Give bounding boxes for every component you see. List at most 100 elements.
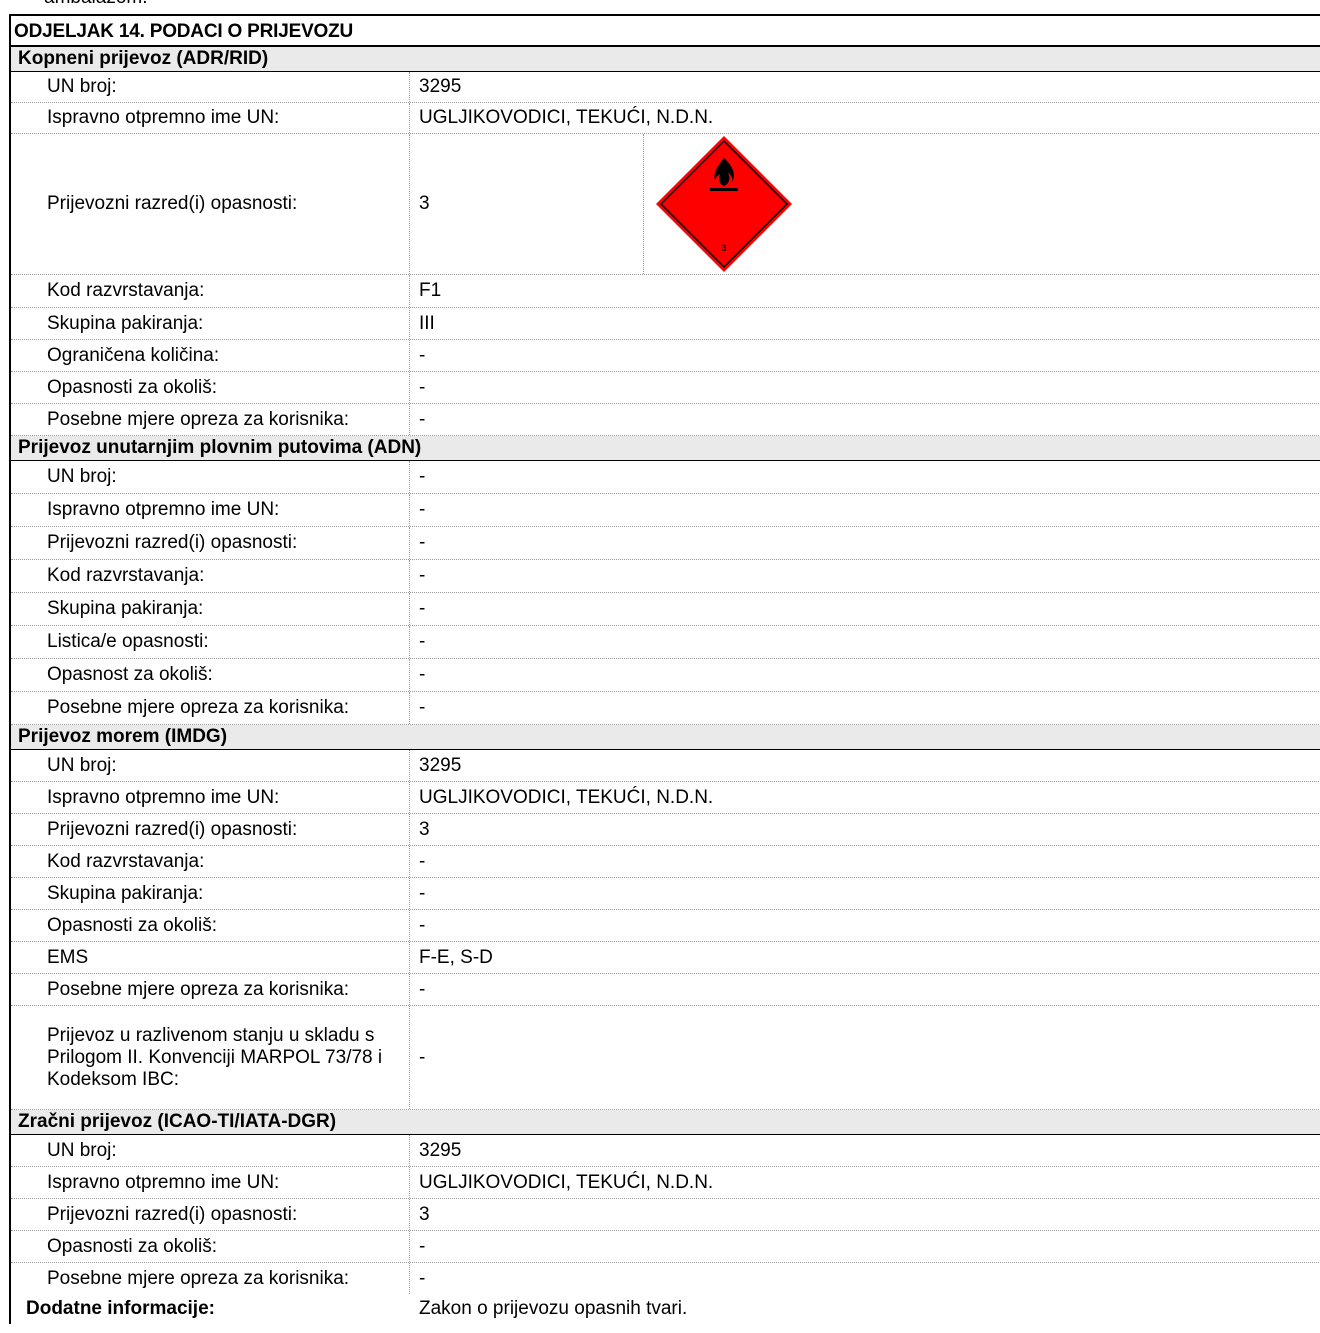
row-label: Opasnosti za okoliš: [47, 1235, 218, 1257]
table-row-marpol: Prijevoz u razlivenom stanju u skladu s … [11, 1006, 1320, 1110]
pictogram-cell: 3 [643, 134, 794, 274]
row-label: Opasnosti za okoliš: [47, 914, 218, 936]
additional-info-value: Zakon o prijevozu opasnih tvari. [419, 1298, 688, 1319]
table-row: Opasnosti za okoliš: - [11, 372, 1320, 404]
row-label: Prijevozni razred(i) opasnosti: [47, 818, 298, 840]
additional-info-label: Dodatne informacije: [26, 1298, 215, 1319]
row-label: Opasnosti za okoliš: [47, 376, 218, 398]
row-value: - [409, 910, 1320, 941]
row-value: UGLJIKOVODICI, TEKUĆI, N.D.N. [409, 782, 1320, 813]
row-label: UN broj: [47, 1139, 117, 1161]
row-value: - [409, 659, 1320, 691]
row-label: UN broj: [47, 466, 117, 487]
row-label: UN broj: [47, 754, 117, 776]
row-value: - [409, 494, 1320, 526]
additional-info-row: Dodatne informacije: Zakon o prijevozu o… [11, 1294, 1320, 1324]
row-label: Prijevozni razred(i) opasnosti: [47, 532, 298, 553]
flammable-liquid-hazard-icon: 3 [656, 136, 792, 272]
table-row: Prijevozni razred(i) opasnosti: 3 [11, 814, 1320, 846]
row-label: UN broj: [47, 76, 117, 97]
row-label: Prijevozni razred(i) opasnosti: [47, 1203, 298, 1225]
row-value: - [409, 692, 1320, 724]
row-label: Ispravno otpremno ime UN: [47, 499, 280, 520]
row-label: EMS [47, 946, 89, 968]
row-label: Listica/e opasnosti: [47, 631, 209, 652]
row-label: Prijevozni razred(i) opasnosti: [47, 193, 298, 214]
row-label: Posebne mjere opreza za korisnika: [47, 697, 350, 718]
table-row: Prijevozni razred(i) opasnosti: 3 [11, 1199, 1320, 1231]
table-row: Posebne mjere opreza za korisnika: - [11, 692, 1320, 725]
table-row: Listica/e opasnosti: - [11, 626, 1320, 659]
row-value: - [409, 593, 1320, 625]
pictogram-class-number: 3 [721, 243, 726, 253]
row-value: - [409, 372, 1320, 403]
row-value: - [409, 461, 1320, 493]
row-value: - [409, 1231, 1320, 1262]
table-row: Kod razvrstavanja: - [11, 560, 1320, 593]
row-label: Ispravno otpremno ime UN: [47, 1171, 280, 1193]
row-value: - [409, 560, 1320, 592]
table-row: Kod razvrstavanja: - [11, 846, 1320, 878]
row-value: - [409, 626, 1320, 658]
row-value: 3295 [409, 1135, 1320, 1166]
table-row: Kod razvrstavanja: F1 [11, 275, 1320, 308]
row-label: Opasnost za okoliš: [47, 664, 213, 685]
table-row: Posebne mjere opreza za korisnika: - [11, 404, 1320, 436]
row-value: F1 [409, 275, 1320, 307]
row-value: - [409, 527, 1320, 559]
row-value: UGLJIKOVODICI, TEKUĆI, N.D.N. [409, 103, 1320, 133]
group-header-imdg: Prijevoz morem (IMDG) [11, 725, 1320, 750]
group-header-adr: Kopneni prijevoz (ADR/RID) [11, 47, 1320, 72]
row-label: Prijevoz u razlivenom stanju u skladu s … [47, 1024, 383, 1090]
row-value: - [409, 340, 1320, 371]
row-value: - [409, 404, 1320, 435]
row-label: Skupina pakiranja: [47, 882, 204, 904]
previous-section-text: ambalažom. [44, 0, 148, 9]
table-row: EMS F-E, S-D [11, 942, 1320, 974]
table-row: Skupina pakiranja: - [11, 878, 1320, 910]
table-row: Opasnost za okoliš: - [11, 659, 1320, 692]
transport-section: ODJELJAK 14. PODACI O PRIJEVOZU Kopneni … [9, 14, 1320, 1324]
table-row: UN broj: 3295 [11, 750, 1320, 782]
row-label: Skupina pakiranja: [47, 312, 204, 334]
table-row: UN broj: - [11, 461, 1320, 494]
table-row: Ispravno otpremno ime UN: UGLJIKOVODICI,… [11, 1167, 1320, 1199]
group-header-adn: Prijevoz unutarnjim plovnim putovima (AD… [11, 436, 1320, 461]
table-row: Ograničena količina: - [11, 340, 1320, 372]
flame-base [710, 188, 738, 191]
row-label: Kod razvrstavanja: [47, 565, 205, 586]
row-label: Ispravno otpremno ime UN: [47, 107, 280, 128]
row-value: III [409, 308, 1320, 339]
row-label: Skupina pakiranja: [47, 598, 204, 619]
row-label: Posebne mjere opreza za korisnika: [47, 408, 350, 430]
row-value: 3295 [409, 72, 1320, 102]
section-title: ODJELJAK 14. PODACI O PRIJEVOZU [11, 16, 1320, 47]
row-label: Posebne mjere opreza za korisnika: [47, 1267, 350, 1289]
row-label: Kod razvrstavanja: [47, 280, 205, 301]
row-value: 3 [409, 814, 1320, 845]
table-row: Ispravno otpremno ime UN: UGLJIKOVODICI,… [11, 782, 1320, 814]
table-row: UN broj: 3295 [11, 1135, 1320, 1167]
row-value: 3 [409, 1199, 1320, 1230]
table-row: Posebne mjere opreza za korisnika: - [11, 1263, 1320, 1294]
table-row: Skupina pakiranja: III [11, 308, 1320, 340]
row-value: - [409, 974, 1320, 1005]
table-row: Posebne mjere opreza za korisnika: - [11, 974, 1320, 1006]
table-row: Opasnosti za okoliš: - [11, 1231, 1320, 1263]
group-header-iata: Zračni prijevoz (ICAO-TI/IATA-DGR) [11, 1110, 1320, 1135]
table-row: Ispravno otpremno ime UN: UGLJIKOVODICI,… [11, 103, 1320, 134]
row-label: Kod razvrstavanja: [47, 850, 205, 872]
row-label: Posebne mjere opreza za korisnika: [47, 978, 350, 1000]
row-value: 3295 [409, 750, 1320, 781]
hazard-class-value: 3 [419, 193, 430, 214]
table-row: UN broj: 3295 [11, 72, 1320, 103]
row-value: - [409, 1263, 1320, 1294]
row-value: - [409, 846, 1320, 877]
table-row: Ispravno otpremno ime UN: - [11, 494, 1320, 527]
row-value: - [409, 1006, 1320, 1109]
row-value: UGLJIKOVODICI, TEKUĆI, N.D.N. [409, 1167, 1320, 1198]
table-row-hazard-class: Prijevozni razred(i) opasnosti: 3 3 [11, 134, 1320, 275]
row-label: Ograničena količina: [47, 344, 220, 366]
row-value: 3 3 [409, 134, 1320, 274]
row-label: Ispravno otpremno ime UN: [47, 786, 280, 808]
